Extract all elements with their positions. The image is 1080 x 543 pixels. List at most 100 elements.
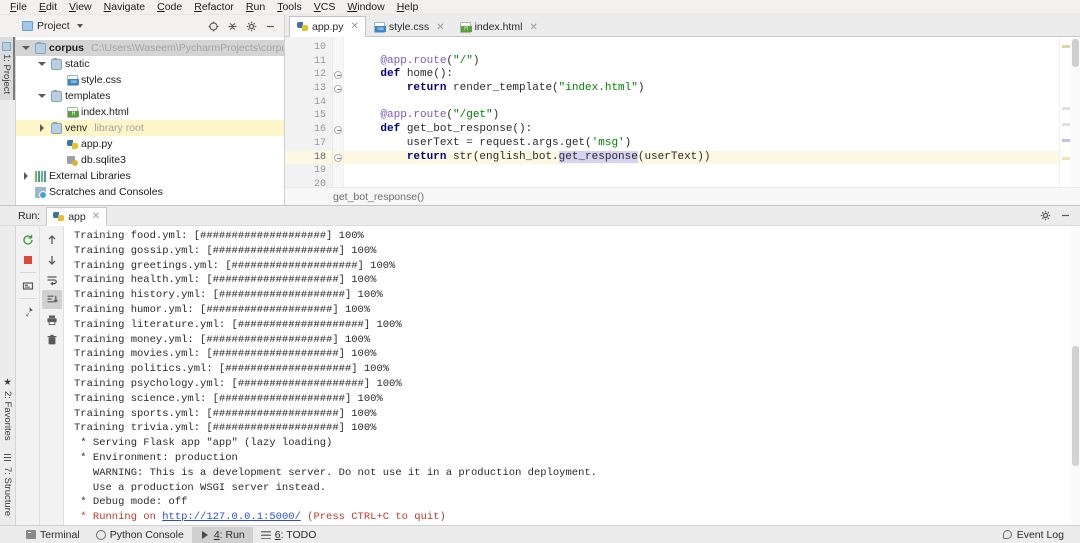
console-scrollbar-thumb[interactable]: [1072, 346, 1079, 466]
gutter-line[interactable]: 16: [285, 123, 332, 137]
gutter-line[interactable]: 17: [285, 137, 332, 151]
twisty[interactable]: [36, 94, 48, 98]
stop-icon[interactable]: [18, 250, 38, 269]
locate-icon[interactable]: [205, 18, 222, 35]
tree-node-app-py[interactable]: app.py: [16, 136, 284, 152]
fold-marker[interactable]: [333, 164, 343, 178]
collapse-all-icon[interactable]: [224, 18, 241, 35]
minimize-icon[interactable]: [262, 18, 279, 35]
up-icon[interactable]: [42, 230, 62, 249]
twisty[interactable]: [20, 46, 32, 50]
menu-item-vcs[interactable]: VCS: [308, 0, 342, 15]
trash-icon[interactable]: [42, 330, 62, 349]
code-token: userText = request.args.get(: [354, 137, 592, 149]
soft-wrap-icon[interactable]: [42, 270, 62, 289]
editor-tab-index-html[interactable]: index.html✕: [452, 16, 545, 37]
fold-marker[interactable]: [333, 55, 343, 69]
status-item-4-run[interactable]: 4: Run: [192, 527, 253, 543]
rerun-icon[interactable]: [18, 230, 38, 249]
close-icon[interactable]: ✕: [92, 211, 100, 222]
pin-icon[interactable]: [18, 302, 38, 321]
project-tree-pane[interactable]: corpusC:\Users\Waseem\PycharmProjects\co…: [16, 37, 285, 205]
gutter-line[interactable]: 13: [285, 82, 332, 96]
breadcrumb[interactable]: get_bot_response(): [285, 187, 1080, 205]
print-icon[interactable]: [42, 310, 62, 329]
project-pane-title[interactable]: Project: [16, 20, 83, 32]
minimize-icon[interactable]: [1057, 207, 1074, 224]
close-icon[interactable]: ✕: [529, 22, 537, 33]
gutter-line[interactable]: 10: [285, 41, 332, 55]
menu-item-help[interactable]: Help: [391, 0, 425, 15]
fold-marker[interactable]: [333, 109, 343, 123]
close-icon[interactable]: ✕: [436, 22, 444, 33]
fold-collapse-icon[interactable]: [334, 71, 342, 79]
fold-collapse-icon[interactable]: [334, 126, 342, 134]
menu-item-view[interactable]: View: [63, 0, 98, 15]
gutter-line[interactable]: 18: [285, 151, 332, 165]
status-item-terminal[interactable]: Terminal: [18, 527, 88, 543]
fold-marker[interactable]: [333, 41, 343, 55]
fold-marker[interactable]: [333, 178, 343, 187]
gutter-line[interactable]: 14: [285, 96, 332, 110]
settings-gear-icon[interactable]: [243, 18, 260, 35]
menu-item-navigate[interactable]: Navigate: [98, 0, 151, 15]
tree-node-External-Libraries[interactable]: External Libraries: [16, 168, 284, 184]
menu-item-file[interactable]: File: [4, 0, 33, 15]
chevron-down-icon[interactable]: [77, 24, 83, 28]
fold-collapse-icon[interactable]: [334, 85, 342, 93]
tree-node-static[interactable]: static: [16, 56, 284, 72]
twisty[interactable]: [36, 62, 48, 66]
fold-marker[interactable]: [333, 96, 343, 110]
editor-scrollbar[interactable]: [1071, 37, 1080, 187]
tree-node-Scratches-and-Consoles[interactable]: Scratches and Consoles: [16, 184, 284, 200]
fold-marker[interactable]: [333, 82, 343, 96]
tree-node-templates[interactable]: templates: [16, 88, 284, 104]
menu-item-window[interactable]: Window: [341, 0, 390, 15]
sidebar-item-project[interactable]: 1: Project: [0, 37, 15, 100]
sidebar-item-structure[interactable]: ☰ 7: Structure: [1, 448, 14, 521]
editor-scrollbar-thumb[interactable]: [1072, 39, 1079, 67]
console-scrollbar[interactable]: [1071, 226, 1080, 525]
gutter-line[interactable]: 20: [285, 178, 332, 187]
close-icon[interactable]: ✕: [351, 21, 359, 32]
menu-item-edit[interactable]: Edit: [33, 0, 63, 15]
twisty[interactable]: [20, 172, 32, 180]
console-link[interactable]: http://127.0.0.1:5000/: [162, 511, 301, 523]
menu-item-tools[interactable]: Tools: [271, 0, 308, 15]
fold-marker[interactable]: [333, 68, 343, 82]
editor-fold-column[interactable]: [333, 37, 344, 187]
run-console-output[interactable]: Training food.yml: [####################…: [64, 226, 1071, 525]
fold-collapse-icon[interactable]: [334, 154, 342, 162]
editor-tab-app-py[interactable]: app.py✕: [289, 16, 366, 37]
fold-marker[interactable]: [333, 123, 343, 137]
settings-gear-icon[interactable]: [1037, 207, 1054, 224]
menu-item-run[interactable]: Run: [240, 0, 271, 15]
gutter-line[interactable]: 11: [285, 55, 332, 69]
tree-node-db-sqlite3[interactable]: db.sqlite3: [16, 152, 284, 168]
status-item-python-console[interactable]: Python Console: [88, 527, 192, 543]
fold-marker[interactable]: [333, 151, 343, 165]
tree-node-corpus[interactable]: corpusC:\Users\Waseem\PycharmProjects\co…: [16, 40, 284, 56]
scroll-to-end-icon[interactable]: [42, 290, 62, 309]
menu-item-code[interactable]: Code: [151, 0, 188, 15]
breadcrumb-label: get_bot_response(): [333, 191, 424, 203]
fold-marker[interactable]: [333, 137, 343, 151]
down-icon[interactable]: [42, 250, 62, 269]
status-item-event-log[interactable]: Event Log: [995, 527, 1072, 543]
editor-tab-style-css[interactable]: style.css✕: [366, 16, 452, 37]
print-layout-icon[interactable]: [18, 276, 38, 295]
gutter-line[interactable]: 12: [285, 68, 332, 82]
gutter-line[interactable]: 15: [285, 109, 332, 123]
editor-gutter[interactable]: 101112131415161718192021: [285, 37, 333, 187]
run-tab-app[interactable]: app ✕: [46, 207, 107, 226]
twisty[interactable]: [36, 124, 48, 132]
tree-node-venv[interactable]: venvlibrary root: [16, 120, 284, 136]
menu-item-refactor[interactable]: Refactor: [188, 0, 240, 15]
sidebar-item-favorites[interactable]: ★ 2: Favorites: [1, 372, 14, 446]
gutter-line[interactable]: 19: [285, 164, 332, 178]
editor-marker-rail[interactable]: [1059, 37, 1071, 187]
editor-code[interactable]: @app.route("/") def home(): return rende…: [344, 37, 1059, 187]
status-item-6-todo[interactable]: 6: TODO: [253, 527, 325, 543]
tree-node-style-css[interactable]: style.css: [16, 72, 284, 88]
tree-node-index-html[interactable]: index.html: [16, 104, 284, 120]
